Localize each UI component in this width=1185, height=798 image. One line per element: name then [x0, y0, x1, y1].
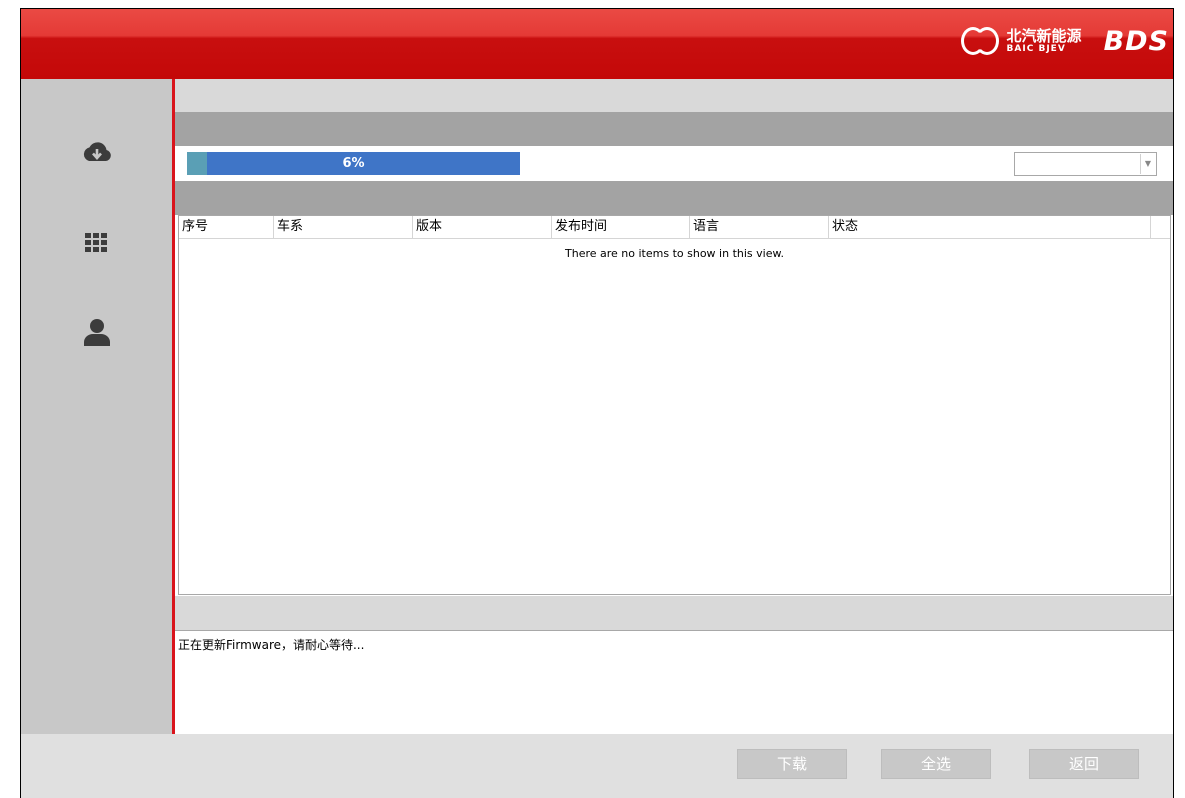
- column-header-version[interactable]: 版本: [413, 216, 552, 238]
- progress-label: 6%: [342, 156, 365, 171]
- header-bar: 北汽新能源 BAIC BJEV BDS: [21, 9, 1173, 79]
- back-button[interactable]: 返回: [1029, 749, 1139, 779]
- logo-bds-text: BDS: [1103, 25, 1169, 57]
- sidebar: [21, 79, 172, 734]
- logo-english-text: BAIC BJEV: [1006, 44, 1066, 54]
- status-log: 正在更新Firmware，请耐心等待...: [175, 630, 1173, 734]
- column-header-status[interactable]: 状态: [829, 216, 1151, 238]
- progress-row: 6% ▼: [175, 146, 1173, 181]
- empty-list-message: There are no items to show in this view.: [565, 247, 784, 260]
- brand-logo: 北汽新能源 BAIC BJEV BDS: [960, 23, 1169, 59]
- baic-emblem-icon: [960, 24, 1003, 58]
- chevron-down-icon[interactable]: ▼: [1140, 154, 1155, 174]
- download-progress-bar: 6%: [187, 152, 520, 175]
- section-header-bar: [175, 112, 1173, 146]
- log-header-bar: [175, 596, 1173, 630]
- grid-apps-icon[interactable]: [81, 227, 113, 259]
- column-header-release-time[interactable]: 发布时间: [552, 216, 690, 238]
- list-column-headers: 序号 车系 版本 发布时间 语言 状态: [179, 216, 1170, 239]
- column-header-series[interactable]: 车系: [274, 216, 413, 238]
- select-all-button[interactable]: 全选: [881, 749, 991, 779]
- column-header-language[interactable]: 语言: [690, 216, 829, 238]
- column-header-index[interactable]: 序号: [179, 216, 274, 238]
- cloud-download-icon[interactable]: [81, 137, 113, 169]
- version-dropdown[interactable]: ▼: [1014, 152, 1157, 176]
- log-message: 正在更新Firmware，请耐心等待...: [178, 638, 365, 652]
- app-window: 北汽新能源 BAIC BJEV BDS 6% ▼ 序号 车系 版本 发布时间 语…: [20, 8, 1174, 798]
- main-panel: 6% ▼ 序号 车系 版本 发布时间 语言 状态 There are no it…: [175, 79, 1173, 734]
- firmware-list[interactable]: 序号 车系 版本 发布时间 语言 状态 There are no items t…: [178, 215, 1171, 595]
- top-toolbar-strip: [175, 79, 1173, 112]
- list-header-bar: [175, 181, 1173, 215]
- footer-bar: 下载 全选 返回: [21, 734, 1173, 798]
- download-button[interactable]: 下载: [737, 749, 847, 779]
- logo-chinese-text: 北汽新能源: [1006, 27, 1082, 45]
- user-icon[interactable]: [81, 316, 113, 348]
